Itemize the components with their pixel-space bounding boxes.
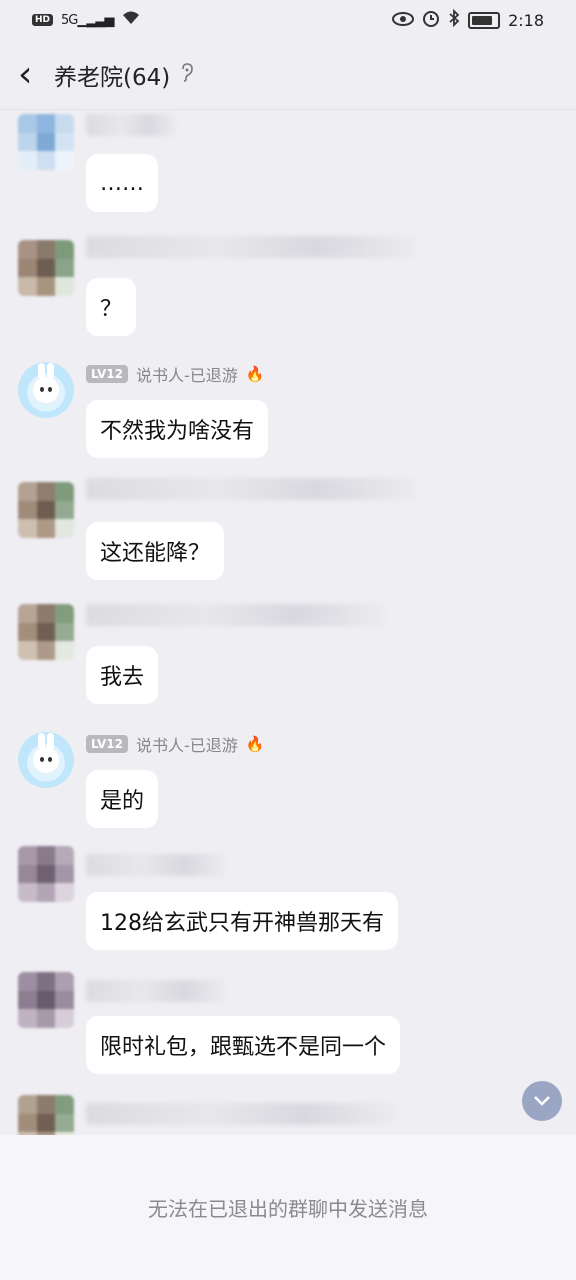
notice-text: 无法在已退出的群聊中发送消息 [148,1197,428,1221]
message-text: ？ [100,297,123,322]
message-text: 128给玄武只有开神兽那天有 [100,911,384,936]
avatar[interactable] [18,482,74,538]
message-bubble[interactable]: 我去 [86,646,159,704]
eye-icon [392,11,415,30]
sender-name-blurred [86,854,226,876]
level-badge: LV12 [86,365,128,383]
chevron-left-icon[interactable]: ‹ [18,56,44,93]
sender-meta: LV12 说书人-已退游 🔥 [86,362,264,386]
status-right: 2:18 [392,8,544,31]
avatar[interactable] [18,240,74,296]
message-bubble[interactable]: 不然我为啥没有 [86,400,269,458]
message-list[interactable]: …… ？ LV12 说书人-已退游 🔥 不然我为啥没有 这还能降？ 我去 LV1… [0,110,576,1135]
sender-name-blurred [86,114,176,136]
sender-name-blurred [86,236,416,258]
message-text: 我去 [100,665,145,690]
wifi-icon [121,10,141,30]
avatar[interactable] [18,846,74,902]
bluetooth-icon [448,8,460,31]
message-text: 这还能降？ [100,541,211,566]
chat-header: ‹ 养老院(64) [0,40,576,110]
message-text: 不然我为啥没有 [100,419,255,444]
signal-icon: 5G▁▂▃▅ [61,12,114,28]
page-title: 养老院(64) [54,64,171,91]
message-bubble[interactable]: 限时礼包，跟甄选不是同一个 [86,1016,401,1074]
bunny-icon [33,363,59,403]
sender-name-blurred [86,980,226,1002]
battery-icon [468,11,501,29]
sender-meta: LV12 说书人-已退游 🔥 [86,732,264,756]
input-disabled-notice: 无法在已退出的群聊中发送消息 [0,1135,576,1280]
message-text: 限时礼包，跟甄选不是同一个 [100,1035,387,1060]
message-bubble[interactable]: 是的 [86,770,159,828]
avatar[interactable] [18,362,74,418]
message-bubble[interactable]: …… [86,154,158,212]
chevron-down-icon[interactable] [522,1081,562,1121]
sender-name[interactable]: 说书人-已退游 [136,362,238,386]
avatar[interactable] [18,732,74,788]
sender-name-blurred [86,604,386,626]
alarm-icon [422,9,440,31]
avatar[interactable] [18,604,74,660]
message-bubble[interactable]: 这还能降？ [86,522,225,580]
ear-icon[interactable] [180,62,194,87]
avatar[interactable] [18,972,74,1028]
message-text: …… [100,170,144,196]
sender-name-blurred [86,478,416,500]
fire-icon: 🔥 [245,735,265,753]
message-bubble[interactable]: ？ [86,278,137,336]
bunny-icon [33,733,59,773]
avatar[interactable] [18,1095,74,1135]
hd-icon: HD [32,14,54,26]
status-left: HD 5G▁▂▃▅ [32,10,141,30]
message-bubble[interactable]: 128给玄武只有开神兽那天有 [86,892,398,950]
level-badge: LV12 [86,735,128,753]
clock: 2:18 [508,10,544,30]
status-bar: HD 5G▁▂▃▅ 2:18 [0,0,576,40]
sender-name-blurred [86,1103,396,1125]
avatar[interactable] [18,114,74,170]
fire-icon: 🔥 [245,365,265,383]
message-text: 是的 [100,789,145,814]
sender-name[interactable]: 说书人-已退游 [136,732,238,756]
